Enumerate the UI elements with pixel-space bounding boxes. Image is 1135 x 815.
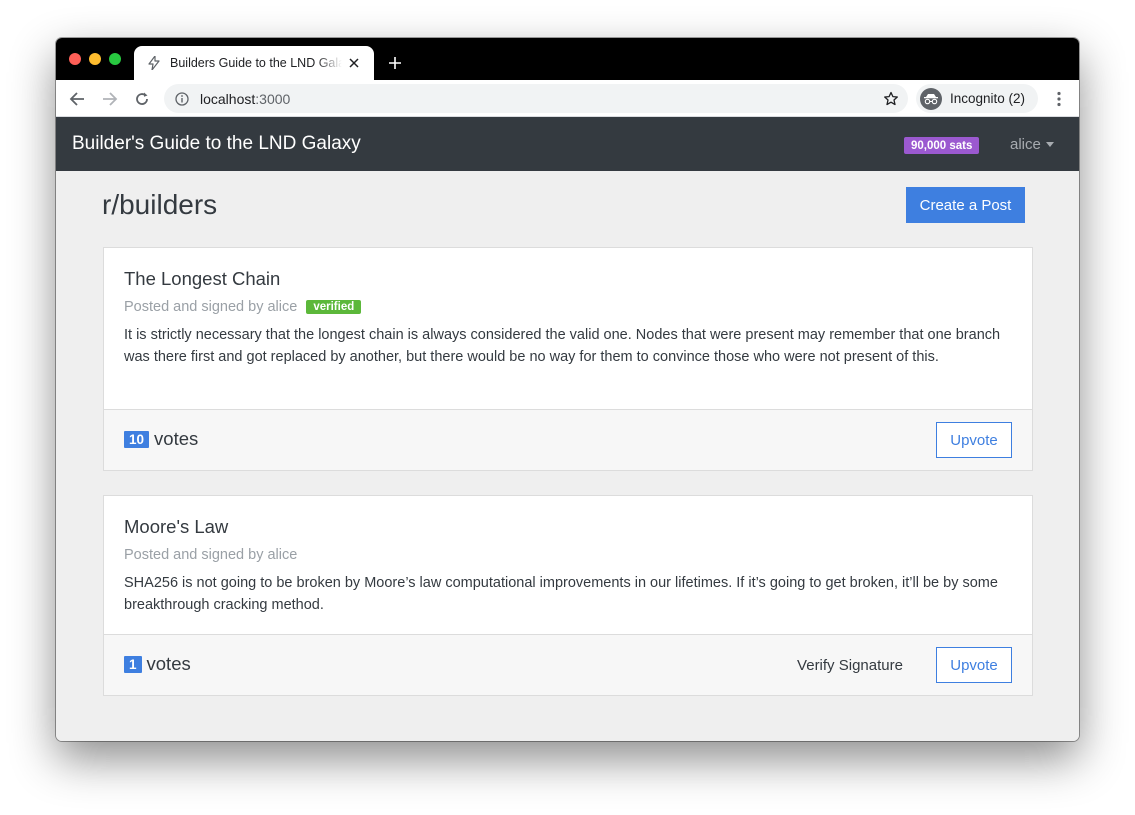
user-dropdown[interactable]: alice [1010, 136, 1054, 153]
incognito-profile-button[interactable]: Incognito (2) [916, 84, 1038, 113]
caret-down-icon [1045, 142, 1054, 147]
post-card-body: The Longest Chain Posted and signed by a… [104, 248, 1032, 368]
back-icon[interactable] [65, 87, 89, 111]
vote-count-badge: 1 [124, 655, 142, 673]
tab-title: Builders Guide to the LND Galaxy [170, 56, 342, 70]
user-name: alice [1010, 136, 1041, 153]
post-body: SHA256 is not going to be broken by Moor… [124, 575, 998, 613]
post-footer: 10 votes Upvote [104, 409, 1032, 470]
post-author: Posted and signed by alice [124, 299, 298, 315]
upvote-button[interactable]: Upvote [936, 647, 1012, 683]
app-navbar: Builder's Guide to the LND Galaxy 90,000… [56, 117, 1079, 171]
minimize-window-button[interactable] [89, 53, 101, 65]
close-icon[interactable] [346, 55, 362, 71]
post-card-body: Moore's Law Posted and signed by alice S… [104, 496, 1032, 616]
create-post-button[interactable]: Create a Post [906, 187, 1025, 223]
post-meta: Posted and signed by alice verified [124, 299, 1012, 315]
verify-signature-button[interactable]: Verify Signature [782, 647, 918, 683]
plus-icon[interactable] [384, 52, 406, 74]
upvote-button[interactable]: Upvote [936, 422, 1012, 458]
verified-badge: verified [306, 300, 362, 314]
vote-count-badge: 10 [124, 430, 150, 448]
post-body: It is strictly necessary that the longes… [124, 327, 1001, 365]
lightning-icon [146, 55, 162, 71]
browser-window: Builders Guide to the LND Galaxy localho… [56, 38, 1079, 741]
post-title: Moore's Law [124, 516, 229, 537]
reload-icon[interactable] [130, 87, 154, 111]
info-icon[interactable] [174, 91, 190, 107]
close-window-button[interactable] [69, 53, 81, 65]
tab-strip: Builders Guide to the LND Galaxy [56, 38, 1079, 80]
maximize-window-button[interactable] [109, 53, 121, 65]
vote-count-group: 10 votes [124, 428, 198, 450]
post-footer: 1 votes Verify Signature Upvote [104, 634, 1032, 695]
vote-count-group: 1 votes [124, 653, 191, 675]
url-host: localhost [200, 90, 256, 107]
post-author: Posted and signed by alice [124, 547, 298, 563]
page-title: r/builders [102, 189, 218, 220]
incognito-label: Incognito (2) [950, 91, 1026, 106]
url-port: :3000 [255, 90, 291, 107]
incognito-icon [920, 87, 942, 110]
post-meta: Posted and signed by alice [124, 547, 1012, 563]
balance-badge: 90,000 sats [904, 137, 980, 154]
address-bar[interactable]: localhost:3000 [164, 84, 908, 113]
browser-tab[interactable]: Builders Guide to the LND Galaxy [134, 46, 374, 80]
forward-icon[interactable] [98, 87, 122, 111]
star-icon[interactable] [882, 90, 900, 108]
post-title: The Longest Chain [124, 268, 281, 289]
web-page: Builder's Guide to the LND Galaxy 90,000… [56, 117, 1079, 741]
post-card: Moore's Law Posted and signed by alice S… [103, 495, 1033, 696]
votes-label: votes [154, 428, 199, 449]
browser-toolbar: localhost:3000 Incognito (2) [56, 80, 1079, 117]
brand-link[interactable]: Builder's Guide to the LND Galaxy [72, 133, 361, 155]
votes-label: votes [146, 653, 191, 674]
more-vert-icon[interactable] [1049, 88, 1069, 110]
post-card: The Longest Chain Posted and signed by a… [103, 247, 1033, 471]
